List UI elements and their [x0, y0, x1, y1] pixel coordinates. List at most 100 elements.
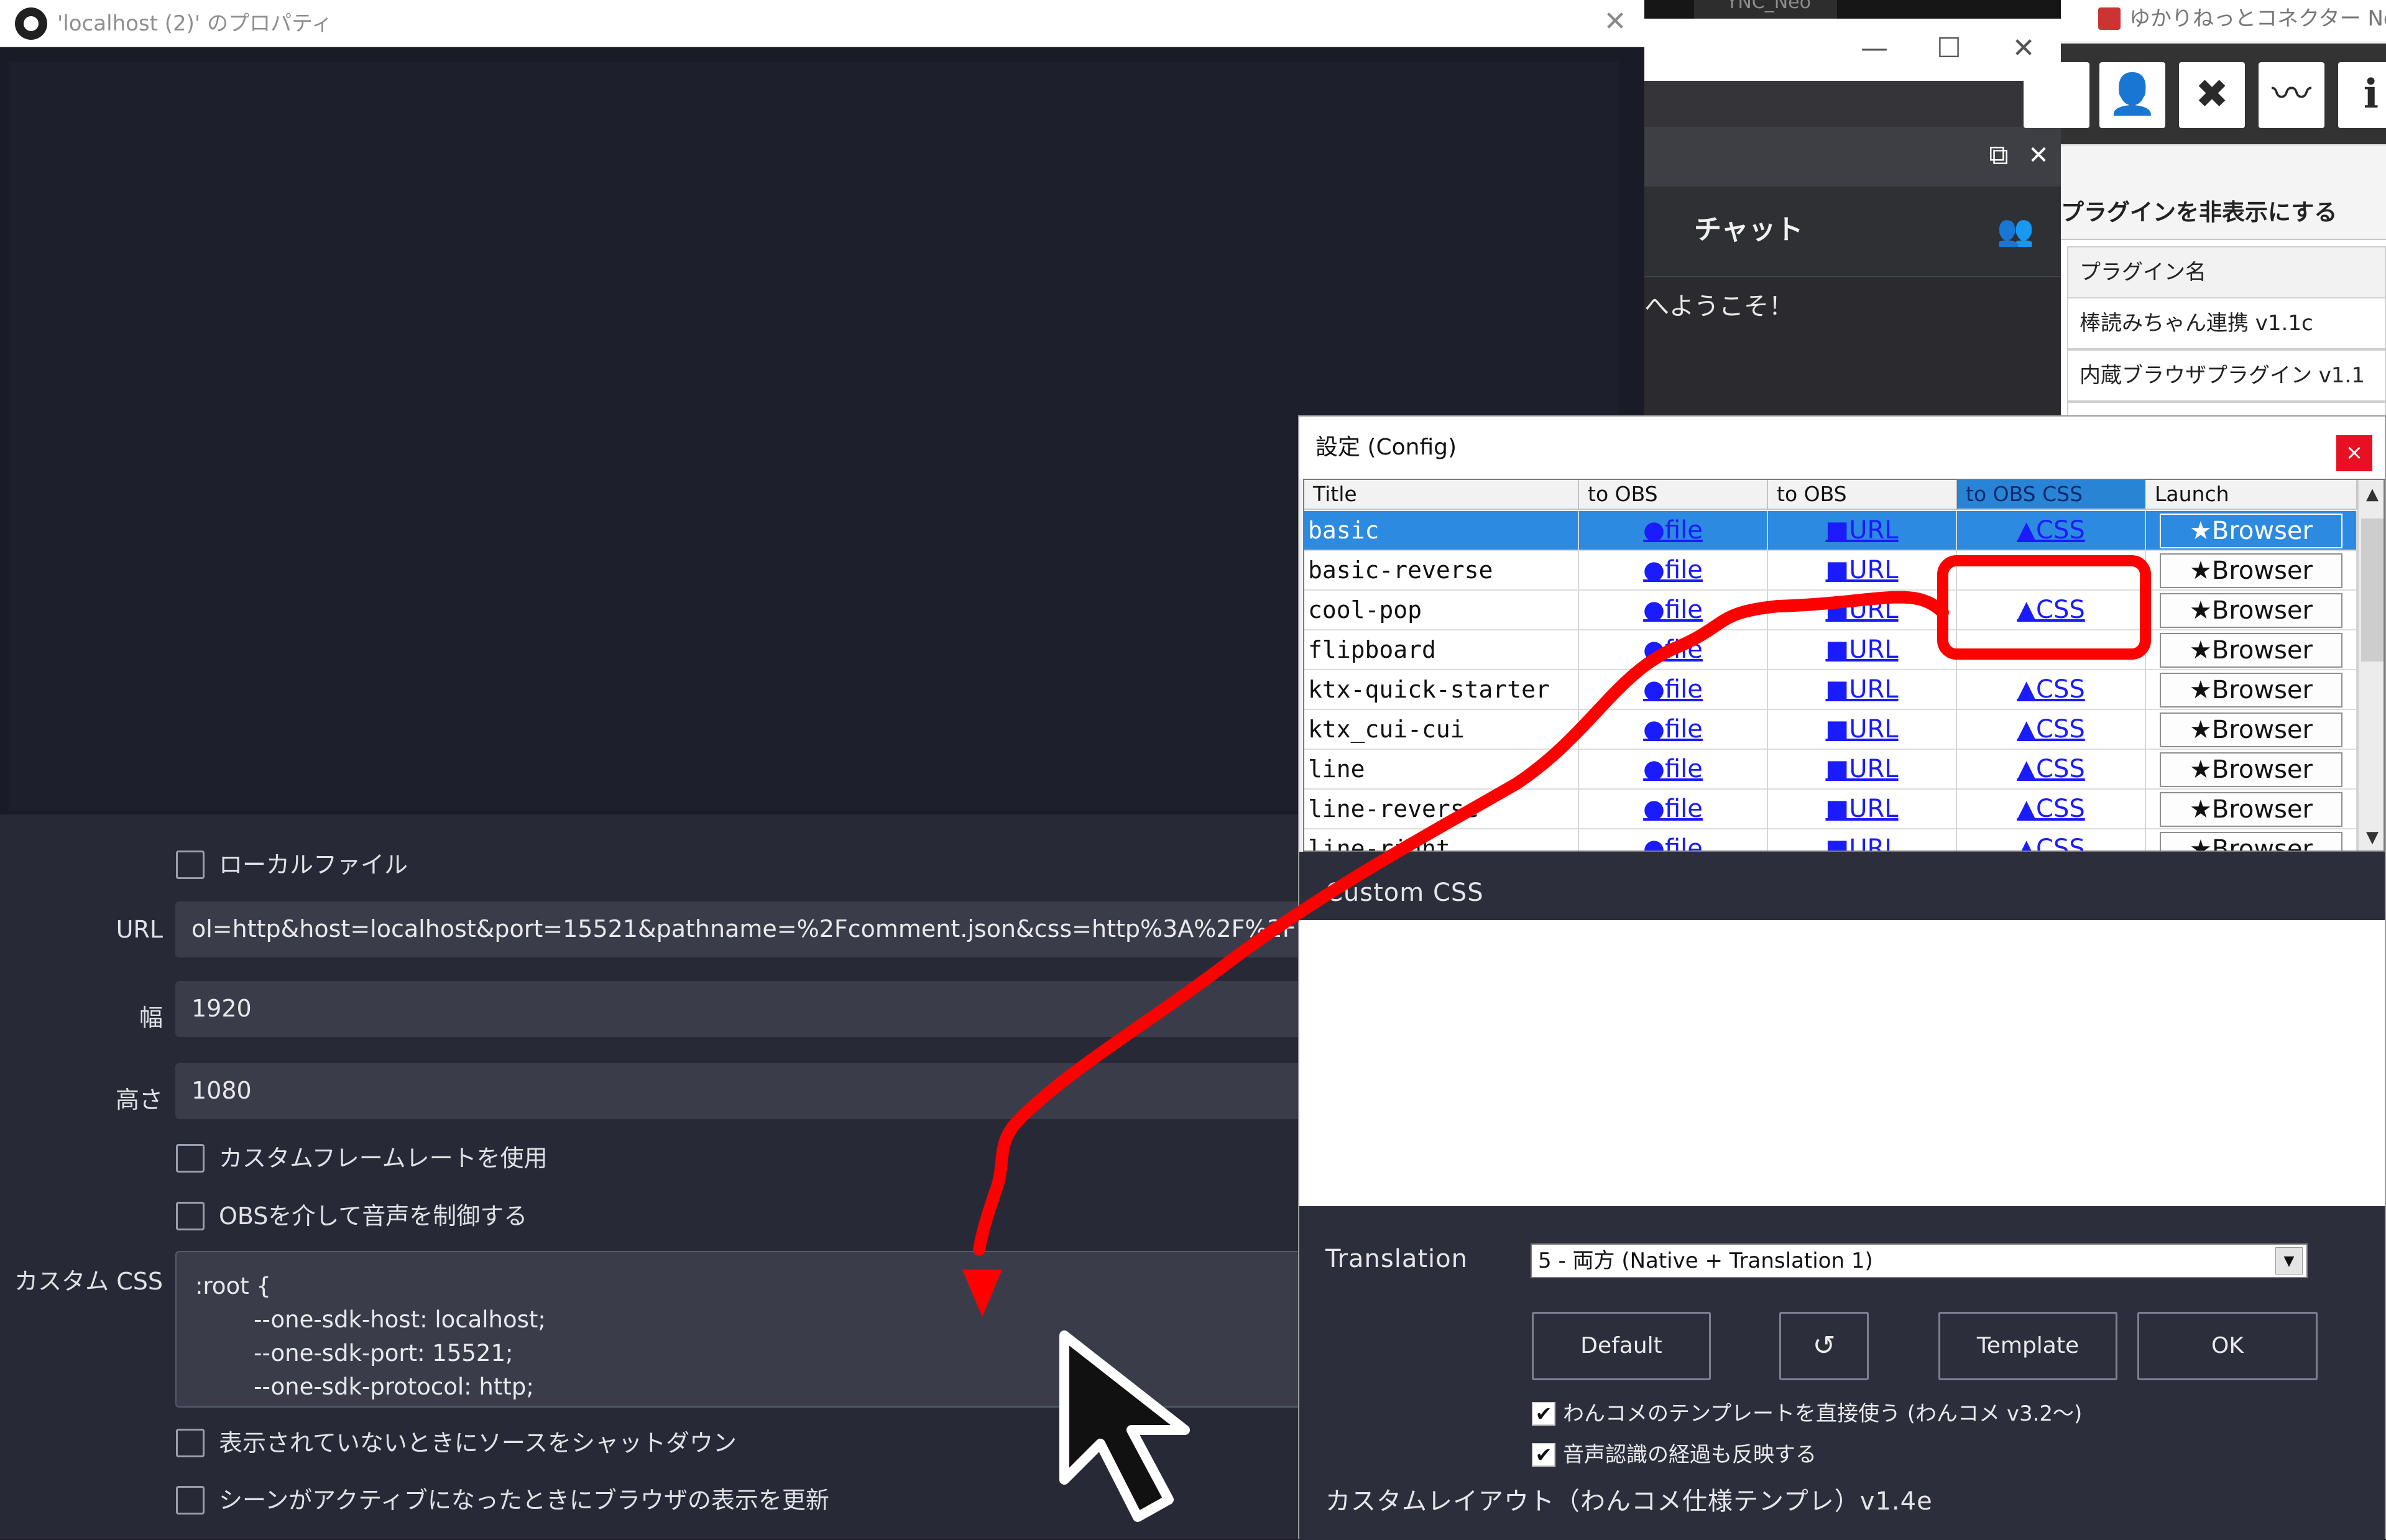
table-row[interactable]: cool-pop ●file ■URL ▲CSS ★Browser: [1304, 591, 2361, 630]
people-search-icon[interactable]: 👤: [2099, 62, 2165, 128]
chat-header: チャット 👥: [1644, 187, 2061, 277]
custom-framerate-checkbox[interactable]: [176, 1144, 205, 1173]
reload-button[interactable]: ↺: [1779, 1312, 1869, 1380]
url-link[interactable]: ■URL: [1768, 790, 1957, 829]
table-row[interactable]: basic ●file ■URL ▲CSS ★Browser: [1304, 511, 2361, 551]
browser-button[interactable]: ★Browser: [2160, 553, 2342, 588]
speech-progress-checkbox[interactable]: ✔: [1532, 1443, 1555, 1467]
config-dialog: 設定 (Config) × Title to OBS to OBS to OBS…: [1298, 415, 2386, 1540]
browser-button[interactable]: ★Browser: [2160, 514, 2342, 548]
launch-cell: ★Browser: [2146, 551, 2357, 591]
tab-ync-neo[interactable]: YNC_Neo: [1694, 0, 1837, 19]
use-template-checkbox[interactable]: ✔: [1532, 1402, 1555, 1426]
panel-close-icon[interactable]: ✕: [2020, 137, 2057, 174]
minimize-button[interactable]: —: [1843, 25, 1905, 75]
row-title: basic: [1304, 511, 1579, 551]
url-link[interactable]: ■URL: [1768, 670, 1957, 710]
file-link[interactable]: ●file: [1579, 670, 1768, 710]
launch-cell: ★Browser: [2146, 829, 2357, 851]
users-icon[interactable]: 👥: [1994, 209, 2037, 252]
file-link[interactable]: ●file: [1579, 630, 1768, 670]
table-row[interactable]: line ●file ■URL ▲CSS ★Browser: [1304, 750, 2361, 790]
config-close-button[interactable]: ×: [2336, 435, 2372, 471]
arrow-icon[interactable]: [2024, 62, 2089, 128]
template-button[interactable]: Template: [1938, 1312, 2117, 1380]
column-header-title[interactable]: Title: [1304, 480, 1579, 510]
popout-icon[interactable]: ⧉: [1980, 137, 2017, 174]
config-titlebar: 設定 (Config) ×: [1299, 417, 2385, 479]
browser-button[interactable]: ★Browser: [2160, 712, 2342, 747]
css-link[interactable]: ▲CSS: [1957, 591, 2146, 630]
shutdown-hidden-checkbox[interactable]: [176, 1429, 205, 1457]
audio-via-obs-checkbox[interactable]: [176, 1202, 205, 1230]
file-link[interactable]: ●file: [1579, 511, 1768, 551]
ok-button[interactable]: OK: [2137, 1312, 2318, 1380]
table-row[interactable]: ktx-quick-starter ●file ■URL ▲CSS ★Browser: [1304, 670, 2361, 710]
monitor-icon[interactable]: 〰: [2259, 62, 2324, 128]
scroll-down-icon[interactable]: ▼: [2359, 823, 2384, 851]
hide-plugins-label[interactable]: プラグインを非表示にする: [2061, 194, 2337, 231]
css-link[interactable]: ▲CSS: [1957, 790, 2146, 829]
css-link[interactable]: ▲CSS: [1957, 750, 2146, 790]
scroll-up-icon[interactable]: ▲: [2359, 480, 2384, 509]
css-link[interactable]: ▲CSS: [1957, 710, 2146, 750]
custom-css-textarea[interactable]: [1299, 920, 2385, 1206]
obs-close-button[interactable]: ✕: [1590, 2, 1640, 44]
list-item[interactable]: 内蔵ブラウザプラグイン v1.1: [2067, 349, 2386, 402]
column-header-launch[interactable]: Launch: [2146, 480, 2357, 510]
height-label: 高さ: [115, 1086, 163, 1114]
default-button[interactable]: Default: [1532, 1312, 1711, 1380]
table-row[interactable]: basic-reverse ●file ■URL ★Browser: [1304, 551, 2361, 591]
url-link[interactable]: ■URL: [1768, 511, 1957, 551]
css-link[interactable]: ▲CSS: [1957, 511, 2146, 551]
chevron-down-icon[interactable]: ▼: [2275, 1247, 2303, 1275]
file-link[interactable]: ●file: [1579, 829, 1768, 851]
browser-button[interactable]: ★Browser: [2160, 673, 2342, 708]
launch-cell: ★Browser: [2146, 670, 2357, 710]
url-link[interactable]: ■URL: [1768, 551, 1957, 591]
url-link[interactable]: ■URL: [1768, 750, 1957, 790]
table-row[interactable]: ktx_cui-cui ●file ■URL ▲CSS ★Browser: [1304, 710, 2361, 750]
list-item[interactable]: 棒読みちゃん連携 v1.1c: [2067, 297, 2386, 349]
info-icon[interactable]: ℹ: [2338, 62, 2386, 128]
css-link[interactable]: ▲CSS: [1957, 670, 2146, 710]
file-link[interactable]: ●file: [1579, 591, 1768, 630]
audio-via-obs-label: OBSを介して音声を制御する: [219, 1202, 528, 1230]
grid-scrollbar[interactable]: ▲ ▼: [2357, 480, 2384, 851]
maximize-button[interactable]: ☐: [1918, 25, 1980, 75]
css-link[interactable]: ▲CSS: [1957, 829, 2146, 851]
scroll-thumb[interactable]: [2361, 519, 2384, 662]
file-link[interactable]: ●file: [1579, 750, 1768, 790]
file-link[interactable]: ●file: [1579, 551, 1768, 591]
url-link[interactable]: ■URL: [1768, 829, 1957, 851]
url-link[interactable]: ■URL: [1768, 710, 1957, 750]
table-row[interactable]: line-reverse ●file ■URL ▲CSS ★Browser: [1304, 790, 2361, 829]
custom-css-label: カスタム CSS: [14, 1268, 163, 1295]
browser-button[interactable]: ★Browser: [2160, 593, 2342, 628]
column-header-to-obs-file[interactable]: to OBS: [1579, 480, 1768, 510]
obs-logo-icon: [15, 7, 47, 40]
column-header-to-obs-css[interactable]: to OBS CSS: [1957, 480, 2146, 510]
url-link[interactable]: ■URL: [1768, 591, 1957, 630]
browser-button[interactable]: ★Browser: [2160, 792, 2342, 827]
speech-progress-option[interactable]: ✔ 音声認識の経過も反映する: [1532, 1440, 1817, 1472]
refresh-on-active-checkbox[interactable]: [176, 1486, 205, 1515]
browser-button[interactable]: ★Browser: [2160, 633, 2342, 668]
chat-toolbar: [1644, 81, 2061, 127]
local-file-checkbox[interactable]: [176, 851, 205, 879]
table-row[interactable]: line-right ●file ■URL ▲CSS ★Browser: [1304, 829, 2361, 851]
chat-panel-bar: ⧉ ✕: [1644, 127, 2061, 187]
url-link[interactable]: ■URL: [1768, 630, 1957, 670]
custom-css-label: Custom CSS: [1325, 878, 1484, 907]
browser-button[interactable]: ★Browser: [2160, 752, 2342, 787]
use-template-option[interactable]: ✔ わんコメのテンプレートを直接使う (わんコメ v3.2〜): [1532, 1399, 2082, 1431]
row-title: line-reverse: [1304, 790, 1579, 829]
table-row[interactable]: flipboard ●file ■URL ★Browser: [1304, 630, 2361, 670]
browser-button[interactable]: ★Browser: [2160, 832, 2342, 851]
tools-icon[interactable]: ✖: [2179, 62, 2245, 128]
file-link[interactable]: ●file: [1579, 790, 1768, 829]
file-link[interactable]: ●file: [1579, 710, 1768, 750]
translation-select[interactable]: 5 - 両方 (Native + Translation 1) ▼: [1531, 1243, 2308, 1278]
launch-cell: ★Browser: [2146, 511, 2357, 551]
column-header-to-obs-url[interactable]: to OBS: [1768, 480, 1957, 510]
